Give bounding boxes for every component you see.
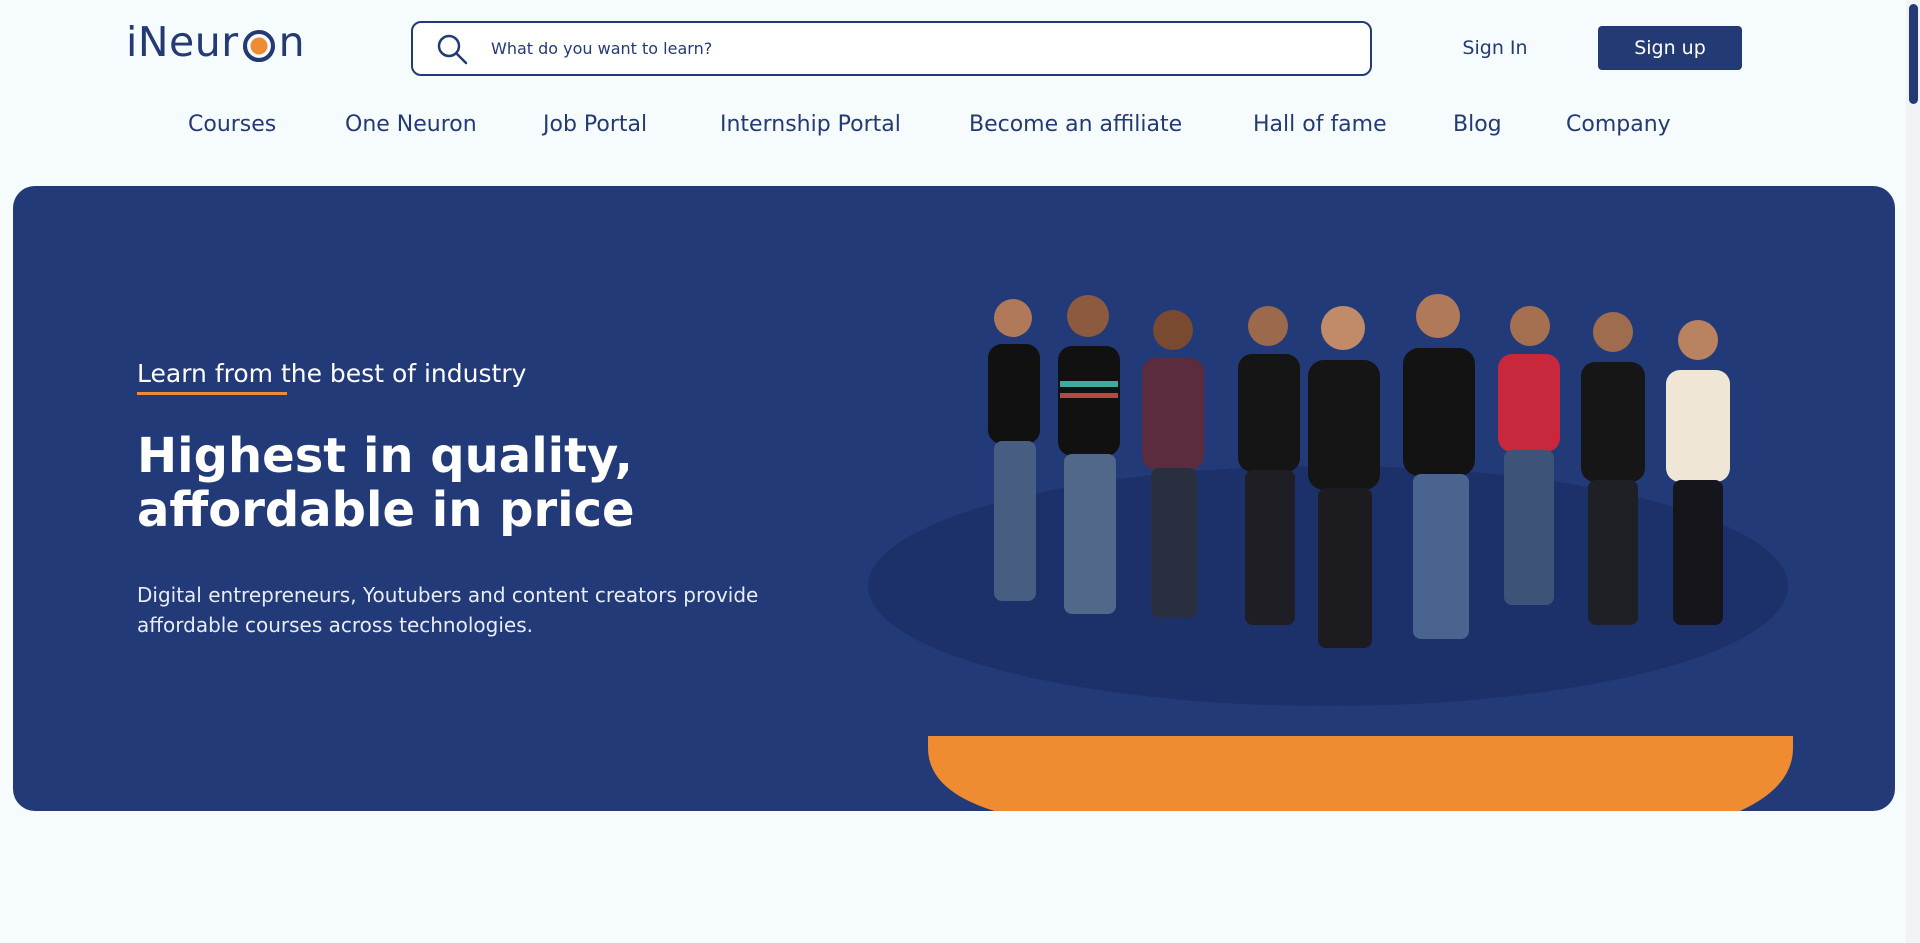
logo-text-prefix: iNeur <box>126 18 239 66</box>
hero-subtext: Digital entrepreneurs, Youtubers and con… <box>137 583 759 637</box>
search-input[interactable] <box>491 39 1341 58</box>
hero-headline: Highest in quality, affordable in price <box>137 428 635 538</box>
nav-item-internship-portal[interactable]: Internship Portal <box>720 112 901 137</box>
sign-in-button[interactable]: Sign In <box>1440 30 1550 66</box>
main-nav: Courses One Neuron Job Portal Internship… <box>0 112 1920 148</box>
scrollbar-thumb[interactable] <box>1909 4 1918 104</box>
nav-item-blog[interactable]: Blog <box>1453 112 1502 137</box>
logo-ring-icon <box>242 30 275 62</box>
hero-banner: Learn from the best of industry Highest … <box>13 186 1895 811</box>
page-scrollbar[interactable] <box>1906 0 1920 943</box>
page: iNeur n Sign In Sign up Courses One Neur… <box>0 0 1920 943</box>
ineuron-logo[interactable]: iNeur n <box>126 16 305 68</box>
eyebrow-underline <box>137 392 287 395</box>
sign-up-button[interactable]: Sign up <box>1598 26 1742 70</box>
search-icon[interactable] <box>435 32 469 66</box>
hero-eyebrow: Learn from the best of industry <box>137 359 527 388</box>
people-group <box>988 294 1730 648</box>
search-bar[interactable] <box>411 21 1372 76</box>
nav-item-hall-of-fame[interactable]: Hall of fame <box>1253 112 1387 137</box>
nav-item-courses[interactable]: Courses <box>188 112 276 137</box>
logo-text-suffix: n <box>278 18 306 66</box>
nav-item-job-portal[interactable]: Job Portal <box>543 112 647 137</box>
nav-item-become-affiliate[interactable]: Become an affiliate <box>969 112 1182 137</box>
nav-item-company[interactable]: Company <box>1566 112 1671 137</box>
nav-item-one-neuron[interactable]: One Neuron <box>345 112 477 137</box>
team-photo <box>868 294 1793 811</box>
